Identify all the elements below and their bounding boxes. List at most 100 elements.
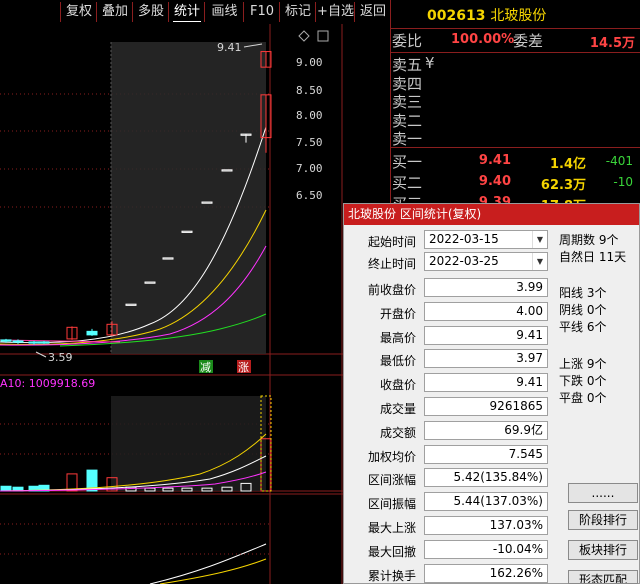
stock-code: 002613 (427, 8, 486, 24)
diamond-icon (298, 30, 310, 42)
end-time-select[interactable]: 2022-03-25 ▼ (424, 252, 548, 271)
volume-bar (0, 485, 12, 492)
stat-value: 3.99 (424, 278, 548, 297)
stat-value: 69.9亿 (424, 420, 548, 440)
price-axis-label: 7.00 (296, 162, 323, 175)
stat-label: 区间振幅 (367, 497, 416, 512)
more-button[interactable]: ...... (568, 483, 638, 503)
stat-label: 成交额 (379, 425, 416, 440)
sell-row: 卖一 (391, 128, 640, 149)
toolbar-button-1[interactable]: 叠加 (96, 2, 133, 22)
stat-label: 区间涨幅 (367, 473, 416, 488)
stat-period: 周期数 9个 (559, 233, 619, 247)
stock-name: 北玻股份 (490, 8, 547, 24)
ma-volume-label: A10: 1009918.69 (0, 377, 95, 390)
stat-value: 9261865 (424, 397, 548, 416)
buy-row-price: 9.41 (478, 153, 511, 168)
weibi-value: 100.00% (451, 32, 515, 47)
sell-row-label: 卖一 (392, 130, 423, 148)
buy-row-price: 9.40 (478, 174, 511, 189)
pattern-match-button[interactable]: 形态匹配 (568, 570, 638, 584)
toolbar-button-3[interactable]: 统计 (168, 2, 205, 22)
stat-label: 加权均价 (367, 449, 416, 464)
high-price-label: 9.41 (217, 41, 242, 54)
stock-title: 002613 北玻股份 (427, 5, 546, 25)
kline-chart-svg[interactable]: 9.00 8.50 8.00 7.50 7.00 6.50 9.41 3.59 减 涨 A10: 1… (0, 24, 343, 584)
stat-value: 5.42(135.84%) (424, 468, 548, 488)
weicha-label: 委差 (513, 32, 544, 50)
stat-yin: 阴线 0个 (559, 303, 607, 317)
toolbar-button-6[interactable]: 标记 (279, 2, 316, 22)
buy-row: 买二 9.40 62.3万 -10 (391, 172, 640, 193)
buy-row-label: 买一 (392, 153, 423, 171)
kline-chart[interactable]: 9.00 8.50 8.00 7.50 7.00 6.50 9.41 3.59 减 涨 A10: 1… (0, 24, 343, 584)
stat-label: 累计换手 (367, 568, 416, 583)
buy-row-volume: 62.3万 (540, 178, 586, 193)
decrease-marker: 减 (200, 361, 211, 374)
indicator-line-yellow (159, 558, 267, 584)
toolbar-button-2[interactable]: 多股 (132, 2, 169, 22)
stage-rank-button[interactable]: 阶段排行 (568, 510, 638, 530)
stat-label: 收盘价 (379, 378, 416, 393)
weibi-label: 委比 (392, 32, 423, 50)
stat-value: 9.41 (424, 325, 548, 345)
toolbar-button-7[interactable]: +自选 (315, 2, 355, 22)
buy-row-label: 买二 (392, 174, 423, 192)
stat-ping: 平线 6个 (559, 320, 607, 334)
candle-body (86, 330, 98, 336)
start-time-value: 2022-03-15 (429, 232, 499, 246)
stat-label: 成交量 (379, 402, 416, 416)
range-stats-dialog: 北玻股份 区间统计(复权) 起始时间 2022-03-15 ▼ 终止时间 202… (343, 203, 640, 584)
start-time-select[interactable]: 2022-03-15 ▼ (424, 230, 548, 249)
chevron-down-icon[interactable]: ▼ (532, 253, 547, 270)
sector-rank-button[interactable]: 板块排行 (568, 540, 638, 560)
stat-value: -10.04% (424, 539, 548, 559)
stat-value: 162.26% (424, 563, 548, 583)
stat-yang: 阳线 3个 (559, 286, 607, 300)
selected-range (111, 42, 266, 354)
stat-down: 下跌 0个 (559, 374, 607, 388)
weibi-row: 委比 100.00% 委差 14.5万 (391, 30, 640, 51)
stat-value: 5.44(137.03%) (424, 492, 548, 512)
stat-value: 9.41 (424, 373, 548, 393)
stat-value: 7.545 (424, 444, 548, 464)
stat-value: 3.97 (424, 349, 548, 369)
stat-label: 最大回撤 (367, 544, 416, 559)
stat-value: 4.00 (424, 301, 548, 321)
end-time-label: 终止时间 (367, 257, 416, 271)
low-price-label: 3.59 (48, 351, 73, 364)
buy-row-volume: 1.4亿 (549, 157, 586, 172)
stat-label: 前收盘价 (367, 283, 416, 297)
buy-row-change: -401 (605, 154, 633, 168)
stat-up: 上涨 9个 (559, 357, 607, 371)
stat-label: 最低价 (379, 354, 416, 369)
stat-label: 开盘价 (379, 306, 416, 321)
square-icon (317, 30, 329, 42)
toolbar-button-8[interactable]: 返回 (354, 2, 391, 22)
price-axis-label: 8.00 (296, 109, 323, 122)
toolbar-button-4[interactable]: 画线 (204, 2, 244, 22)
chevron-down-icon[interactable]: ▼ (532, 231, 547, 248)
price-axis-label: 6.50 (296, 189, 323, 202)
stat-flat: 平盘 0个 (559, 391, 607, 405)
dialog-title[interactable]: 北玻股份 区间统计(复权) (344, 204, 639, 225)
stat-value: 137.03% (424, 516, 548, 535)
candle-body (12, 340, 24, 343)
indicator-line-white (149, 543, 267, 584)
stat-label: 最大上涨 (367, 521, 416, 535)
buy-row: 买一 9.41 1.4亿 -401 (391, 151, 640, 172)
end-time-value: 2022-03-25 (429, 254, 499, 268)
toolbar-button-0[interactable]: 复权 (60, 2, 97, 22)
candle-body (28, 341, 40, 344)
price-axis-label: 8.50 (296, 84, 323, 97)
increase-marker: 涨 (238, 361, 249, 374)
candle-body (0, 339, 12, 342)
sell-row-extra: ¥ (425, 54, 435, 72)
price-axis-label: 9.00 (296, 56, 323, 69)
quote-panel: 002613 北玻股份 委比 100.00% 委差 14.5万 卖五 ¥ 卖四 卖三卖… (390, 0, 640, 214)
buy-row-change: -10 (613, 175, 633, 189)
start-time-label: 起始时间 (367, 235, 416, 249)
toolbar-button-5[interactable]: F10 (243, 2, 280, 22)
candle-body (38, 341, 50, 344)
stat-label: 最高价 (379, 330, 416, 345)
